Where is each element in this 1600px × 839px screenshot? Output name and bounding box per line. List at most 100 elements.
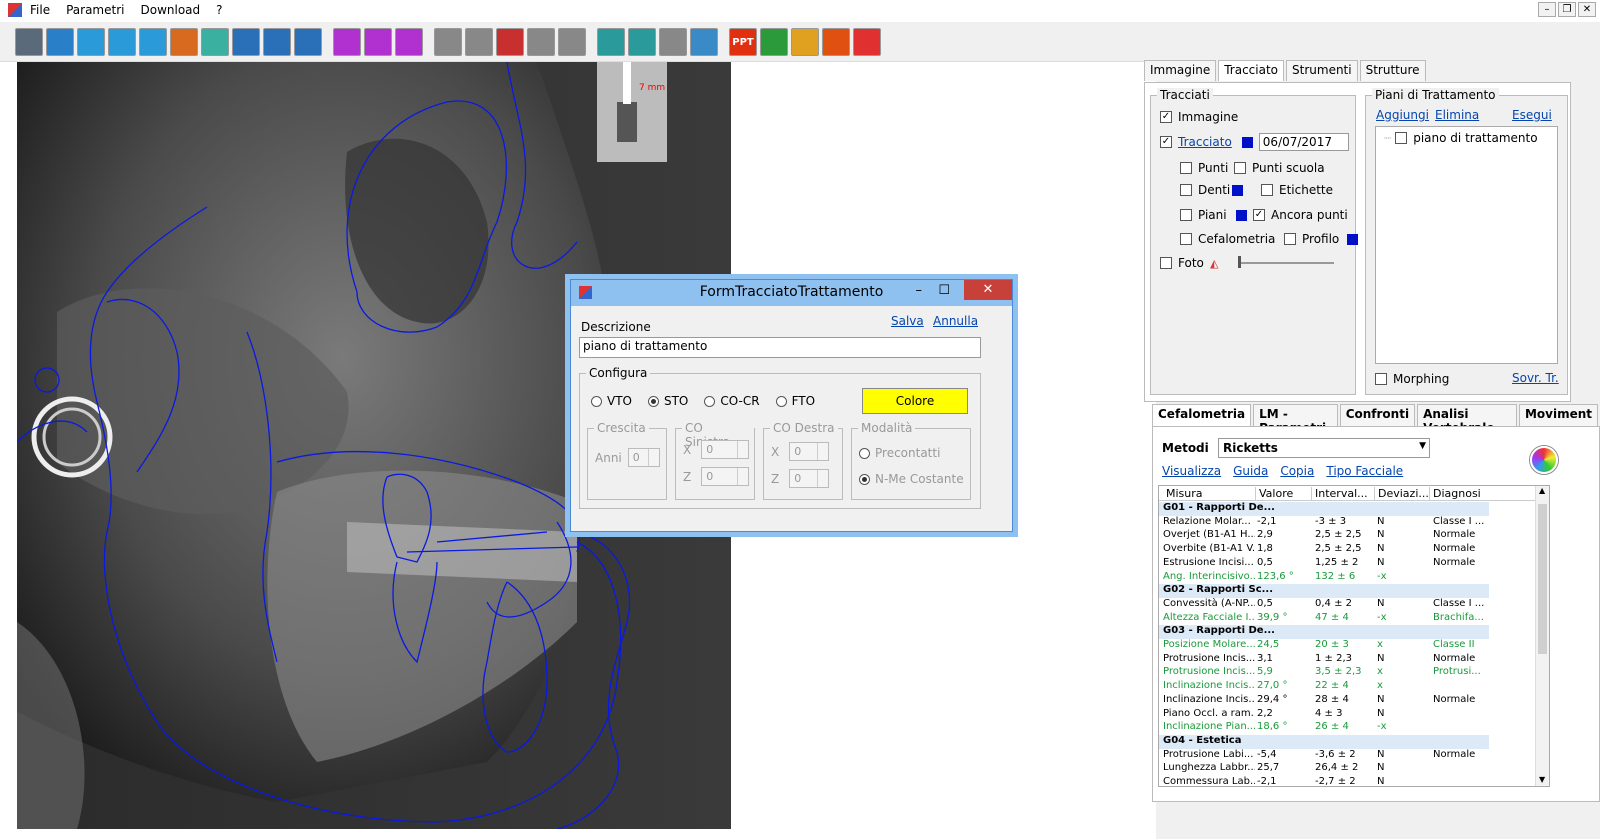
tab-strumenti[interactable]: Strumenti xyxy=(1286,60,1358,81)
ancora-punti-checkbox[interactable]: ✓ xyxy=(1253,209,1265,221)
salva-link[interactable]: Salva xyxy=(891,314,924,328)
denti-color[interactable] xyxy=(1232,184,1243,196)
point2-icon[interactable] xyxy=(201,28,229,56)
punti-scuola-checkbox[interactable] xyxy=(1234,162,1246,174)
print-icon[interactable] xyxy=(597,28,625,56)
col-misura[interactable]: Misura xyxy=(1163,487,1203,500)
exit-icon[interactable] xyxy=(853,28,881,56)
close-icon[interactable]: ✕ xyxy=(1578,2,1596,17)
piani-checkbox[interactable] xyxy=(1180,209,1192,221)
visualizza-link[interactable]: Visualizza xyxy=(1162,464,1221,478)
check-icon[interactable] xyxy=(760,28,788,56)
patient-icon[interactable] xyxy=(232,28,260,56)
opacity-slider[interactable] xyxy=(1238,256,1335,268)
morphing-checkbox[interactable] xyxy=(1375,373,1387,385)
menu-download[interactable]: Download xyxy=(140,3,200,17)
grid-row[interactable]: Inclinazione Incis... 27,0 ° 22 ± 4 x xyxy=(1159,680,1489,694)
move-h-icon[interactable] xyxy=(333,28,361,56)
aggiungi-link[interactable]: Aggiungi xyxy=(1376,108,1429,122)
descrizione-input[interactable]: piano di trattamento xyxy=(579,337,981,358)
download-icon[interactable] xyxy=(791,28,819,56)
tab-tracciato[interactable]: Tracciato xyxy=(1218,60,1285,81)
patient-zoom-icon[interactable] xyxy=(263,28,291,56)
menu-help[interactable]: ? xyxy=(216,3,222,17)
col-valore[interactable]: Valore xyxy=(1255,487,1293,500)
grid-row[interactable]: Relazione Molar... -2,1 -3 ± 3 N Classe I ..… xyxy=(1159,516,1489,530)
grid-row[interactable]: Altezza Facciale I... 39,9 ° 47 ± 4 -x Brach… xyxy=(1159,612,1489,626)
tracciato-color[interactable] xyxy=(1241,136,1253,148)
vto-radio[interactable] xyxy=(591,395,602,407)
elimina-link[interactable]: Elimina xyxy=(1435,108,1479,122)
face-icon[interactable] xyxy=(434,28,462,56)
grid-row[interactable]: Inclinazione Pian... 18,6 ° 26 ± 4 -x xyxy=(1159,721,1489,735)
undo-icon[interactable] xyxy=(77,28,105,56)
grid-scrollbar[interactable]: ▲ ▼ xyxy=(1535,486,1549,786)
move-d-icon[interactable] xyxy=(395,28,423,56)
grid-row[interactable]: Inclinazione Incis... 29,4 ° 28 ± 4 N Normal… xyxy=(1159,694,1489,708)
copia-link[interactable]: Copia xyxy=(1280,464,1314,478)
grid-row[interactable]: Protrusione Incis... 3,1 1 ± 2,3 N Normale xyxy=(1159,653,1489,667)
tipo-facciale-link[interactable]: Tipo Facciale xyxy=(1326,464,1403,478)
grid-row[interactable]: Posizione Molare... 24,5 20 ± 3 x Classe II xyxy=(1159,639,1489,653)
col-deviazione[interactable]: Deviazi... xyxy=(1374,487,1429,500)
grid-row[interactable]: Piano Occl. a ram... 2,2 4 ± 3 N xyxy=(1159,708,1489,722)
grid-row[interactable]: Overbite (B1-A1 V... 1,8 2,5 ± 2,5 N Normale xyxy=(1159,543,1489,557)
grid-row[interactable]: Lunghezza Labbr... 25,7 26,4 ± 2 N xyxy=(1159,762,1489,776)
dialog-minimize-icon[interactable]: – xyxy=(916,283,923,298)
sto-radio[interactable] xyxy=(647,395,659,407)
cefalometria-checkbox[interactable] xyxy=(1180,233,1192,245)
dialog-maximize-icon[interactable]: ☐ xyxy=(938,283,950,298)
scan-icon[interactable] xyxy=(690,28,718,56)
print2-icon[interactable] xyxy=(628,28,656,56)
measure-icon[interactable] xyxy=(15,28,43,56)
piano-item[interactable]: piano di trattamento xyxy=(1413,131,1537,145)
immagine-checkbox[interactable]: ✓ xyxy=(1160,111,1172,123)
print3-icon[interactable] xyxy=(659,28,687,56)
grid-group-row[interactable]: G03 - Rapporti De... xyxy=(1159,625,1489,639)
tracciato-date[interactable]: 06/07/2017 xyxy=(1258,133,1349,151)
guida-link[interactable]: Guida xyxy=(1233,464,1268,478)
ppt-icon[interactable]: PPT xyxy=(729,28,757,56)
grid-row[interactable]: Convessità (A-NP... 0,5 0,4 ± 2 N Classe I .… xyxy=(1159,598,1489,612)
foto-color-icon[interactable]: ◭ xyxy=(1210,257,1218,270)
grid-group-row[interactable]: G01 - Rapporti De... xyxy=(1159,502,1489,516)
menu-parametri[interactable]: Parametri xyxy=(66,3,124,17)
cefalometria-grid[interactable]: Misura Valore Interval... Deviazi... Dia… xyxy=(1158,485,1550,787)
rotate-icon[interactable] xyxy=(139,28,167,56)
zoom-icon[interactable] xyxy=(46,28,74,56)
grid-group-row[interactable]: G04 - Estetica xyxy=(1159,734,1489,749)
esegui-link[interactable]: Esegui xyxy=(1512,108,1552,122)
magnify-icon[interactable] xyxy=(465,28,493,56)
sovr-link[interactable]: Sovr. Tr. xyxy=(1512,371,1559,385)
col-diagnosi[interactable]: Diagnosi xyxy=(1429,487,1481,500)
piani-list[interactable] xyxy=(1375,126,1558,364)
move-v-icon[interactable] xyxy=(364,28,392,56)
fto-radio[interactable] xyxy=(775,395,787,407)
redo-icon[interactable] xyxy=(108,28,136,56)
col-intervallo[interactable]: Interval... xyxy=(1311,487,1368,500)
tracciato-link[interactable]: Tracciato xyxy=(1178,135,1232,149)
piani-color[interactable] xyxy=(1236,209,1247,221)
tab-immagine[interactable]: Immagine xyxy=(1144,60,1217,81)
skull-icon[interactable] xyxy=(527,28,555,56)
punti-checkbox[interactable] xyxy=(1180,162,1192,174)
profilo-checkbox[interactable] xyxy=(1284,233,1296,245)
profile-icon[interactable] xyxy=(294,28,322,56)
grid-row[interactable]: Overjet (B1-A1 H... 2,9 2,5 ± 2,5 N Normale xyxy=(1159,529,1489,543)
annulla-link[interactable]: Annulla xyxy=(933,314,978,328)
export-icon[interactable] xyxy=(822,28,850,56)
dialog-close-icon[interactable]: ✕ xyxy=(964,280,1012,300)
grid-row[interactable]: Estrusione Incisi... 0,5 1,25 ± 2 N Normale xyxy=(1159,557,1489,571)
colore-button[interactable]: Colore xyxy=(862,388,968,414)
tooth-icon[interactable] xyxy=(496,28,524,56)
grid-row[interactable]: Commessura Lab... -2,1 -2,7 ± 2 N xyxy=(1159,776,1489,786)
tab-strutture[interactable]: Strutture xyxy=(1359,60,1426,81)
point-icon[interactable] xyxy=(170,28,198,56)
tracciato-checkbox[interactable]: ✓ xyxy=(1160,136,1172,148)
grid-row[interactable]: Ang. Interincisivo... 123,6 ° 132 ± 6 -x xyxy=(1159,571,1489,585)
restore-icon[interactable]: ❐ xyxy=(1558,2,1576,17)
profilo-color[interactable] xyxy=(1347,233,1359,245)
foto-checkbox[interactable] xyxy=(1160,257,1172,269)
dialog-titlebar[interactable]: FormTracciatoTrattamento – ☐ ✕ xyxy=(571,280,1012,306)
eye-icon[interactable] xyxy=(558,28,586,56)
